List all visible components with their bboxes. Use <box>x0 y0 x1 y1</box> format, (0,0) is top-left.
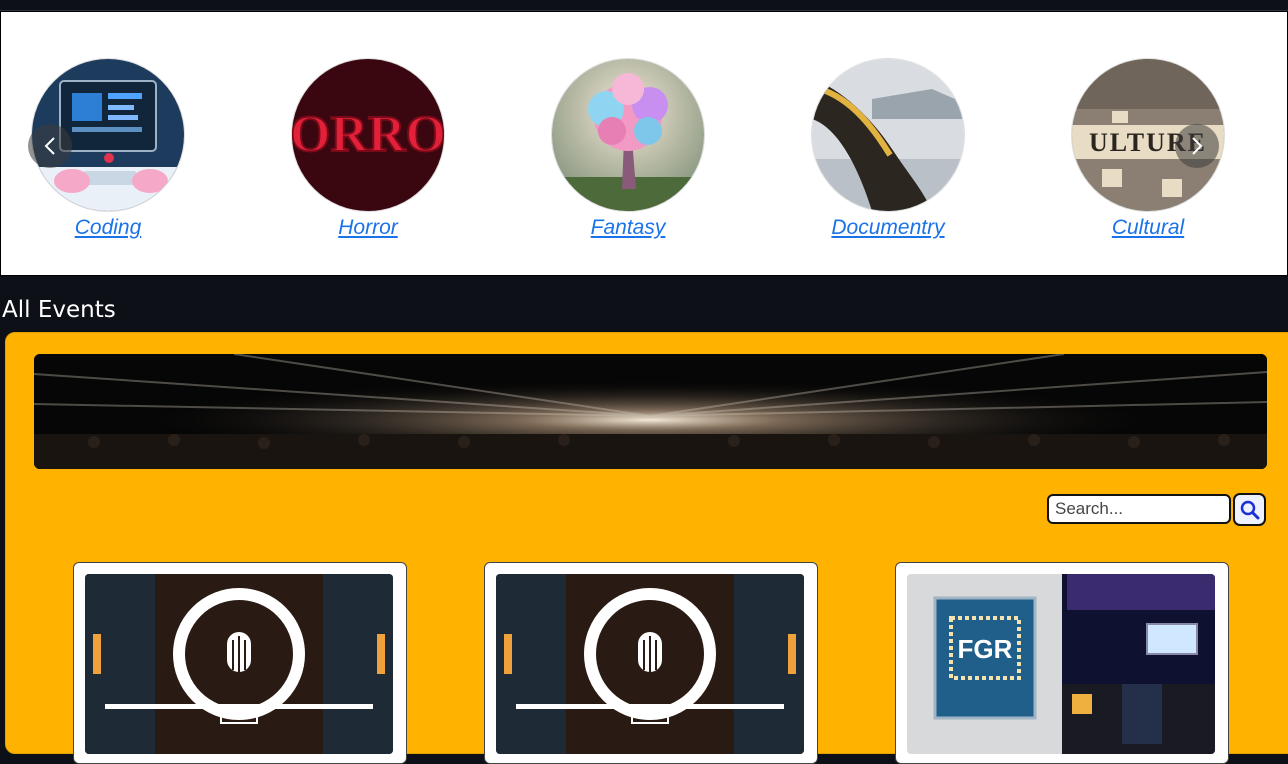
chevron-right-icon <box>1192 137 1203 155</box>
event-card[interactable]: FGR <box>895 562 1229 764</box>
category-carousel: Coding ORRO Horror Fantasy Documentry UL… <box>0 11 1288 276</box>
event-poster-image[interactable]: FGR <box>907 574 1215 754</box>
search-input[interactable] <box>1047 494 1231 524</box>
documentry-image[interactable] <box>812 59 964 211</box>
category-cultural[interactable]: ULTURE Cultural <box>1038 59 1258 240</box>
category-label[interactable]: Fantasy <box>591 216 666 240</box>
carousel-next-button[interactable] <box>1175 124 1219 168</box>
event-poster-image[interactable] <box>496 574 804 754</box>
svg-text:ORRO: ORRO <box>292 106 444 163</box>
category-fantasy[interactable]: Fantasy <box>518 59 738 240</box>
section-title: All Events <box>2 297 116 323</box>
chevron-left-icon <box>44 137 55 155</box>
events-panel: FGR <box>5 332 1288 764</box>
event-poster-image[interactable] <box>85 574 393 754</box>
carousel-prev-button[interactable] <box>28 124 72 168</box>
event-card[interactable] <box>73 562 407 764</box>
search-icon <box>1240 500 1259 519</box>
event-card[interactable] <box>484 562 818 764</box>
horror-image[interactable]: ORRO <box>292 59 444 211</box>
category-label[interactable]: Horror <box>338 216 398 240</box>
category-label[interactable]: Cultural <box>1112 216 1184 240</box>
category-label[interactable]: Documentry <box>831 216 944 240</box>
events-banner-image <box>34 354 1267 469</box>
category-documentry[interactable]: Documentry <box>778 59 998 240</box>
fantasy-image[interactable] <box>552 59 704 211</box>
search-button[interactable] <box>1233 493 1266 526</box>
category-label[interactable]: Coding <box>75 216 142 240</box>
top-nav-bar <box>0 0 1288 11</box>
svg-text:FGR: FGR <box>958 634 1013 664</box>
category-horror[interactable]: ORRO Horror <box>258 59 478 240</box>
